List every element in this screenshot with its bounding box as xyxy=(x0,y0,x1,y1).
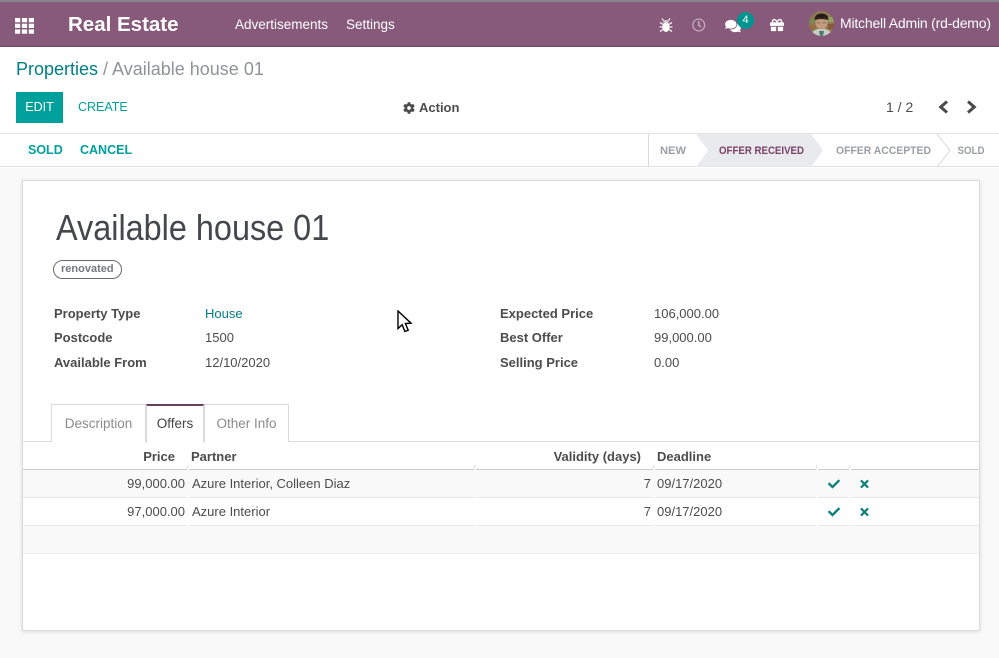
svg-text:OFFER ACCEPTED: OFFER ACCEPTED xyxy=(836,145,931,157)
svg-text:SOLD: SOLD xyxy=(958,145,985,157)
svg-text:OFFER RECEIVED: OFFER RECEIVED xyxy=(719,145,804,157)
svg-text:NEW: NEW xyxy=(660,145,687,157)
